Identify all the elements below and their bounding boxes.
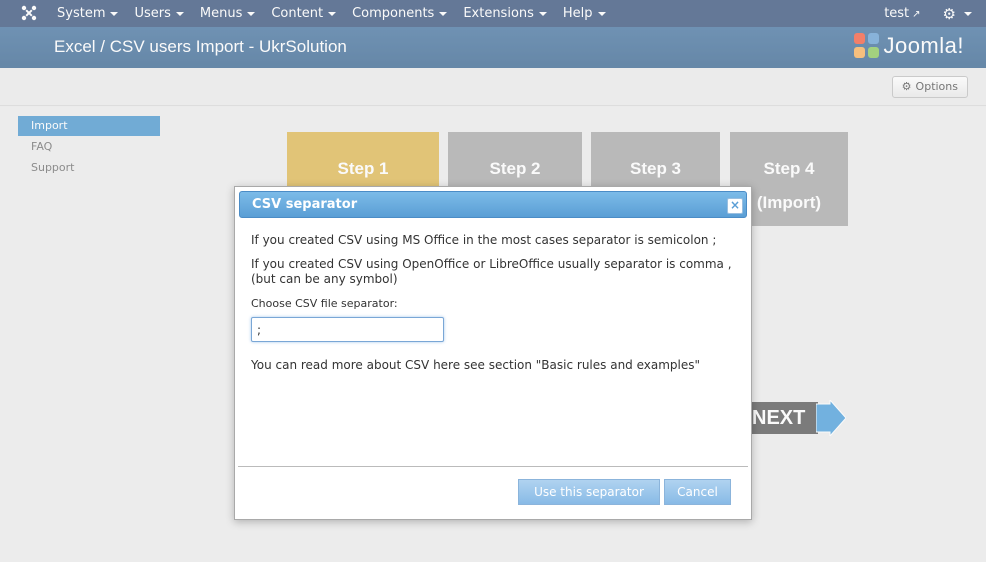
dialog-title: CSV separator [252,197,358,212]
semicolon-hint: If you created CSV using MS Office in th… [251,233,717,247]
comma-hint: If you created CSV using OpenOffice or L… [251,257,732,286]
csv-separator-dialog: CSV separator × If you created CSV using… [234,186,752,520]
use-separator-button[interactable]: Use this separator [518,479,660,505]
separator-input[interactable] [251,317,444,342]
dialog-titlebar: CSV separator × [239,191,747,218]
dialog-body: If you created CSV using MS Office in th… [251,233,741,382]
csv-info-text: You can read more about CSV here see sec… [251,358,701,372]
cancel-button[interactable]: Cancel [664,479,731,505]
separator-field-label: Choose CSV file separator: [251,297,398,310]
dialog-divider [238,466,748,467]
close-icon[interactable]: × [727,198,743,214]
